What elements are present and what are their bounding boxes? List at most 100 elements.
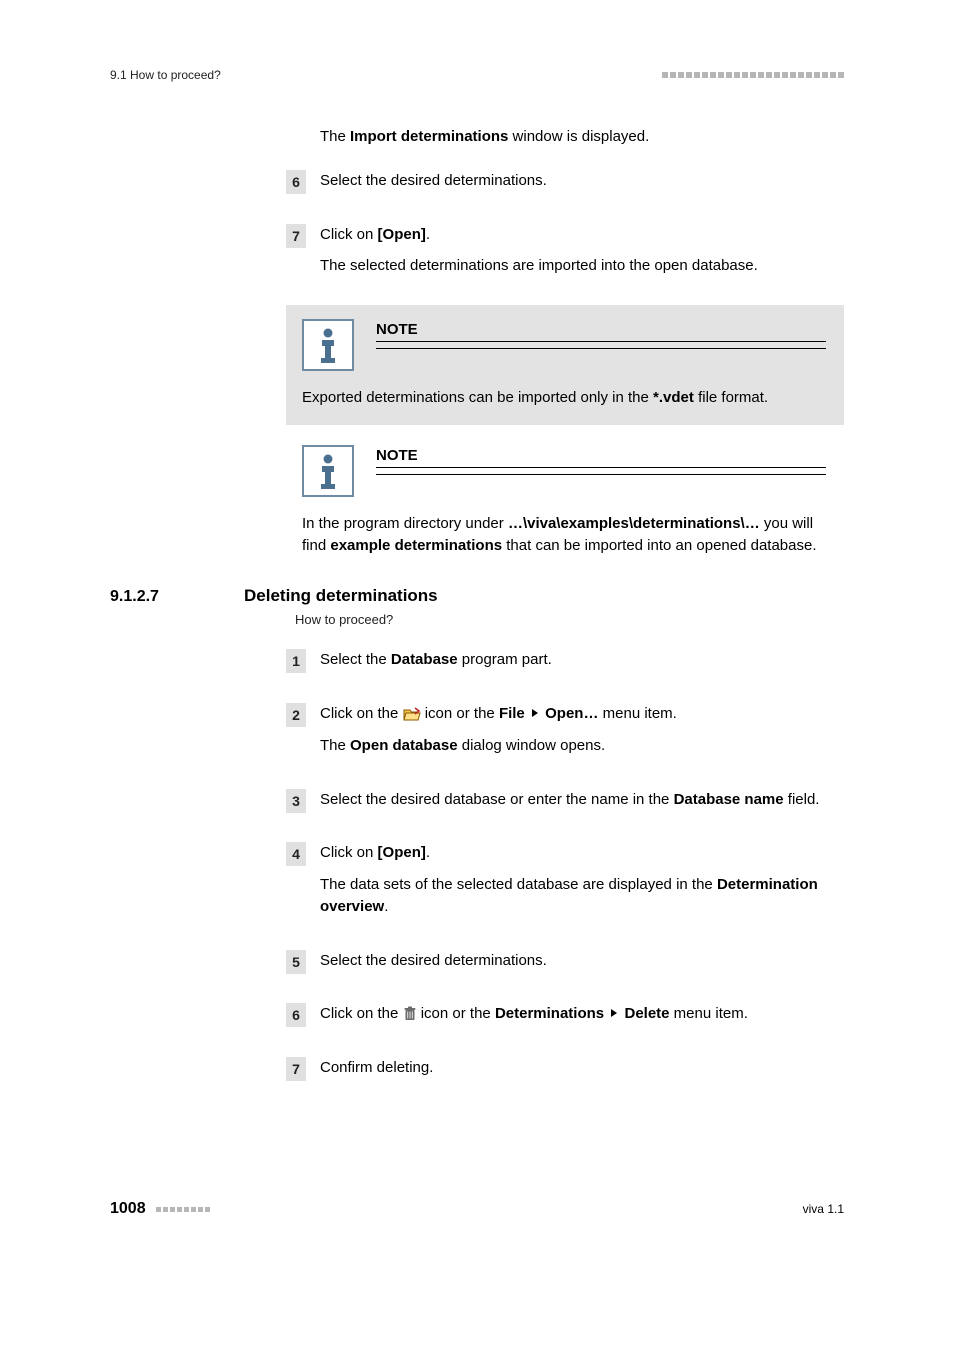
open-folder-icon: [403, 707, 421, 721]
text: field.: [784, 791, 820, 808]
menu-separator-icon: [611, 1009, 617, 1017]
text: Click on: [320, 226, 378, 243]
text: Click on [Open].: [320, 842, 844, 864]
note-title: NOTE: [376, 321, 826, 342]
note-box: NOTE Exported determinations can be impo…: [286, 305, 844, 425]
note-plain: NOTE In the program directory under …\vi…: [286, 443, 844, 563]
text: Select the desired database or enter the…: [320, 789, 844, 811]
text-bold: Database name: [674, 791, 784, 808]
step-1: 1 Select the Database program part.: [320, 649, 844, 681]
info-icon: [302, 319, 354, 371]
content-column: 1 Select the Database program part. 2 Cl…: [320, 649, 844, 1089]
footer-ornament: [156, 1207, 210, 1212]
text: The data sets of the selected database a…: [320, 874, 844, 918]
note-body: Exported determinations can be imported …: [302, 387, 826, 409]
note-rule: [376, 348, 826, 349]
step-2: 2 Click on the icon or the File Open… me…: [320, 703, 844, 767]
text-bold: …\viva\examples\determinations\…: [508, 515, 760, 532]
step-number: 1: [286, 649, 306, 673]
doc-id: viva 1.1: [803, 1202, 844, 1216]
page: 9.1 How to proceed? The Import determina…: [0, 0, 954, 1089]
step-body: Confirm deleting.: [320, 1057, 844, 1089]
step-5: 5 Select the desired determinations.: [320, 950, 844, 982]
running-head: 9.1 How to proceed?: [110, 68, 221, 82]
text: Click on the: [320, 1005, 403, 1022]
text: .: [426, 844, 430, 861]
text-bold: File: [499, 705, 525, 722]
text: Select the Database program part.: [320, 649, 844, 671]
step-number: 6: [286, 170, 306, 194]
step-body: Select the desired database or enter the…: [320, 789, 844, 821]
text: The: [320, 128, 350, 145]
menu-separator-icon: [532, 709, 538, 717]
text: Click on the icon or the Determinations …: [320, 1003, 844, 1025]
text: Select the desired determinations.: [320, 170, 844, 192]
step-body: Click on [Open]. The selected determinat…: [320, 224, 844, 288]
text: Select the desired determinations.: [320, 950, 844, 972]
note-head: NOTE: [302, 319, 826, 371]
trash-icon: [403, 1006, 417, 1021]
text: icon or the: [417, 1005, 495, 1022]
text-bold: [Open]: [378, 844, 426, 861]
text: icon or the: [421, 705, 499, 722]
step-7b: 7 Confirm deleting.: [320, 1057, 844, 1089]
intro-line: The Import determinations window is disp…: [320, 126, 844, 148]
info-icon: [302, 445, 354, 497]
step-3: 3 Select the desired database or enter t…: [320, 789, 844, 821]
text: Confirm deleting.: [320, 1057, 844, 1079]
step-body: Click on [Open]. The data sets of the se…: [320, 842, 844, 927]
section-number: 9.1.2.7: [110, 588, 220, 606]
text-bold: Open database: [350, 737, 458, 754]
header-ornament: [662, 72, 844, 78]
text: menu item.: [598, 705, 676, 722]
text: The selected determinations are imported…: [320, 255, 844, 277]
step-number: 3: [286, 789, 306, 813]
text: menu item.: [670, 1005, 748, 1022]
text-bold: *.vdet: [653, 389, 694, 406]
text-bold: Open…: [545, 705, 598, 722]
text: dialog window opens.: [458, 737, 606, 754]
note-title-block: NOTE: [376, 319, 826, 349]
text: window is displayed.: [508, 128, 649, 145]
step-number: 2: [286, 703, 306, 727]
text: The Open database dialog window opens.: [320, 735, 844, 757]
text: Select the: [320, 651, 391, 668]
page-number-wrap: 1008: [110, 1200, 210, 1218]
section-heading: 9.1.2.7 Deleting determinations: [110, 586, 844, 606]
step-6b: 6 Click on the icon or the Determination…: [320, 1003, 844, 1035]
text: that can be imported into an opened data…: [502, 537, 816, 554]
step-7: 7 Click on [Open]. The selected determin…: [320, 224, 844, 288]
text: file format.: [694, 389, 768, 406]
text: In the program directory under: [302, 515, 508, 532]
page-header: 9.1 How to proceed?: [110, 68, 844, 82]
section-title: Deleting determinations: [244, 586, 438, 606]
note-title-block: NOTE: [376, 445, 826, 475]
page-footer: 1008 viva 1.1: [110, 1200, 844, 1218]
text: Click on [Open].: [320, 224, 844, 246]
step-number: 6: [286, 1003, 306, 1027]
text: program part.: [458, 651, 552, 668]
text: Click on the icon or the File Open… menu…: [320, 703, 844, 725]
text-bold: Delete: [624, 1005, 669, 1022]
content-column: The Import determinations window is disp…: [320, 126, 844, 562]
text: Exported determinations can be imported …: [302, 389, 653, 406]
step-number: 7: [286, 224, 306, 248]
text-bold: [Open]: [378, 226, 426, 243]
text: The data sets of the selected database a…: [320, 876, 717, 893]
step-number: 4: [286, 842, 306, 866]
step-number: 5: [286, 950, 306, 974]
note-head: NOTE: [302, 445, 826, 497]
text: Click on the: [320, 705, 403, 722]
text: .: [384, 898, 388, 915]
note-body: In the program directory under …\viva\ex…: [302, 513, 826, 557]
step-6: 6 Select the desired determinations.: [320, 170, 844, 202]
step-4: 4 Click on [Open]. The data sets of the …: [320, 842, 844, 927]
text: Click on: [320, 844, 378, 861]
text-bold: example determinations: [330, 537, 502, 554]
note-title: NOTE: [376, 447, 826, 468]
text-bold: Database: [391, 651, 458, 668]
text: .: [426, 226, 430, 243]
text: The: [320, 737, 350, 754]
text-bold: Import determinations: [350, 128, 508, 145]
step-body: Click on the icon or the File Open… menu…: [320, 703, 844, 767]
